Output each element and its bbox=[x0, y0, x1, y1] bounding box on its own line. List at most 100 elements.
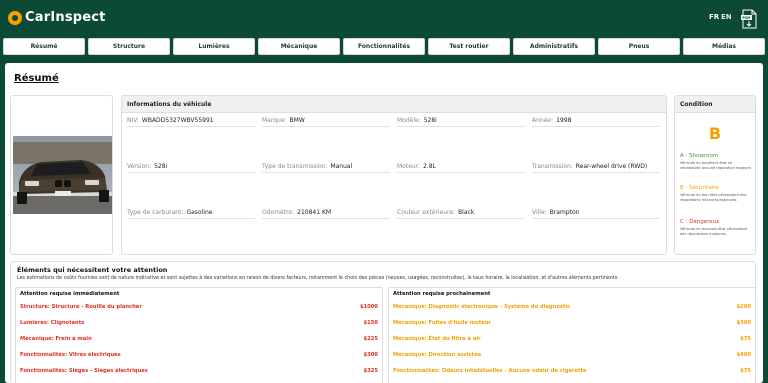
field-drivetrain: Transmission: Rear-wheel drive (RWD) bbox=[532, 163, 660, 173]
list-item[interactable]: Mécanique: Diagnostic électronique - Sys… bbox=[389, 299, 755, 315]
vehicle-photo-panel bbox=[10, 95, 113, 255]
field-transmission-type: Type de transmission: Manual bbox=[262, 163, 390, 173]
item-label: Lumières: Clignotants bbox=[20, 320, 85, 326]
item-cost: $1000 bbox=[359, 304, 378, 310]
field-label: Type de transmission: bbox=[262, 163, 328, 170]
list-item[interactable]: Mécanique: Direction assistée $400 bbox=[389, 347, 755, 363]
item-label: Mécanique: Direction assistée bbox=[393, 352, 482, 358]
item-cost: $400 bbox=[736, 352, 751, 358]
field-odometer: Odomètre: 210841 KM bbox=[262, 209, 390, 219]
nav-fonctionnalites[interactable]: Fonctionnalités bbox=[343, 38, 425, 55]
list-item[interactable]: Mécanique: État du filtre à air $75 bbox=[389, 331, 755, 347]
field-value: Brampton bbox=[549, 209, 580, 216]
summary-card: Résumé Informations du véhicule NIV: WBA… bbox=[5, 63, 763, 383]
pdf-download-icon[interactable]: PDF bbox=[740, 9, 758, 29]
nav-mecanique[interactable]: Mécanique bbox=[258, 38, 340, 55]
field-label: Ville: bbox=[532, 209, 547, 216]
item-cost: $75 bbox=[740, 368, 751, 374]
brand-logo[interactable]: CarInspect bbox=[8, 10, 106, 25]
attention-title: Éléments qui nécessitent votre attention bbox=[17, 266, 168, 274]
logo-icon bbox=[8, 10, 22, 25]
list-item[interactable]: Mécanique: Frein à main $225 bbox=[16, 331, 382, 347]
item-label: Fonctionnalités: Vitres électriques bbox=[20, 352, 121, 358]
app-header: CarInspect FR EN PDF bbox=[0, 0, 768, 36]
soon-attention-list: Attention requise prochainement Mécaniqu… bbox=[388, 287, 756, 383]
item-label: Fonctionnalités: Odeurs inhabituelles - … bbox=[393, 368, 587, 374]
condition-level-b: B : Sécuritaire Véhicule en bon état néc… bbox=[680, 185, 752, 202]
field-label: Modèle: bbox=[397, 117, 421, 124]
condition-level-c: C : Dangereux Véhicule en mauvais état n… bbox=[680, 219, 752, 236]
soon-attention-title: Attention requise prochainement bbox=[393, 290, 491, 297]
item-cost: $300 bbox=[363, 352, 378, 358]
nav-medias[interactable]: Médias bbox=[683, 38, 765, 55]
field-label: Type de carburant: bbox=[127, 209, 184, 216]
attention-subtitle: Les estimations de coûts fournies sont d… bbox=[17, 276, 619, 281]
list-item[interactable]: Lumières: Clignotants $150 bbox=[16, 315, 382, 331]
item-cost: $300 bbox=[736, 320, 751, 326]
nav-structure[interactable]: Structure bbox=[88, 38, 170, 55]
immediate-attention-title: Attention requise immédiatement bbox=[20, 290, 120, 297]
field-fuel-type: Type de carburant: Gasoline bbox=[127, 209, 255, 219]
lang-en-link[interactable]: EN bbox=[721, 13, 732, 21]
vehicle-info-title: Informations du véhicule bbox=[122, 96, 666, 113]
item-cost: $200 bbox=[736, 304, 751, 310]
field-value: 2.8L bbox=[423, 163, 436, 170]
item-label: Mécanique: Fuites d'huile moteur bbox=[393, 320, 491, 326]
list-item[interactable]: Fonctionnalités: Vitres électriques $300 bbox=[16, 347, 382, 363]
condition-level-desc: Véhicule en bon état nécessitant des rép… bbox=[680, 193, 747, 202]
nav-administratifs[interactable]: Administratifs bbox=[513, 38, 595, 55]
lang-fr-link[interactable]: FR bbox=[709, 13, 719, 21]
item-label: Fonctionnalités: Sièges - Sièges électri… bbox=[20, 368, 148, 374]
field-version: Version: 528i bbox=[127, 163, 255, 173]
nav-test-routier[interactable]: Test routier bbox=[428, 38, 510, 55]
page-title: Résumé bbox=[14, 73, 59, 84]
list-item[interactable]: Structure: Structure - Rouille du planch… bbox=[16, 299, 382, 315]
field-value: 210841 KM bbox=[297, 209, 332, 216]
item-cost: $225 bbox=[363, 336, 378, 342]
field-city: Ville: Brampton bbox=[532, 209, 660, 219]
brand-name: CarInspect bbox=[25, 10, 106, 25]
condition-level-title: A : Showroom bbox=[680, 153, 719, 159]
immediate-attention-list: Attention requise immédiatement Structur… bbox=[15, 287, 383, 383]
svg-text:PDF: PDF bbox=[742, 15, 751, 20]
field-value: Manual bbox=[330, 163, 353, 170]
condition-title: Condition bbox=[675, 96, 755, 113]
field-label: NIV: bbox=[127, 117, 139, 124]
list-item[interactable]: Fonctionnalités: Odeurs inhabituelles - … bbox=[389, 363, 755, 379]
attention-panel: Éléments qui nécessitent votre attention… bbox=[10, 261, 756, 383]
vehicle-info-grid: NIV: WBADD5327WBV55991 Marque: BMW Modèle:… bbox=[127, 113, 663, 253]
field-value: 528i bbox=[154, 163, 168, 170]
field-label: Transmission: bbox=[532, 163, 573, 170]
field-make: Marque: BMW bbox=[262, 117, 390, 127]
field-label: Année: bbox=[532, 117, 554, 124]
nav-resume[interactable]: Résumé bbox=[3, 38, 85, 55]
field-value: 1998 bbox=[556, 117, 572, 124]
field-vin: NIV: WBADD5327WBV55991 bbox=[127, 117, 255, 127]
vehicle-photo[interactable] bbox=[13, 136, 112, 214]
list-item[interactable]: Mécanique: Fuites d'huile moteur $300 bbox=[389, 315, 755, 331]
nav-lumieres[interactable]: Lumières bbox=[173, 38, 255, 55]
field-value: 528i bbox=[423, 117, 437, 124]
item-cost: $325 bbox=[363, 368, 378, 374]
item-label: Mécanique: État du filtre à air bbox=[393, 336, 481, 342]
item-label: Mécanique: Diagnostic électronique - Sys… bbox=[393, 304, 571, 310]
field-exterior-color: Couleur extérieure: Black bbox=[397, 209, 525, 219]
field-engine: Moteur: 2.8L bbox=[397, 163, 525, 173]
field-value: Rear-wheel drive (RWD) bbox=[575, 163, 648, 170]
field-model: Modèle: 528i bbox=[397, 117, 525, 127]
field-label: Marque: bbox=[262, 117, 287, 124]
condition-grade: B bbox=[708, 124, 722, 143]
field-label: Version: bbox=[127, 163, 152, 170]
field-label: Couleur extérieure: bbox=[397, 209, 456, 216]
nav-pneus[interactable]: Pneus bbox=[598, 38, 680, 55]
condition-level-a: A : Showroom Véhicule en excellent état … bbox=[680, 153, 752, 170]
field-label: Odomètre: bbox=[262, 209, 295, 216]
field-value: WBADD5327WBV55991 bbox=[141, 117, 214, 124]
list-item[interactable]: Fonctionnalités: Sièges - Sièges électri… bbox=[16, 363, 382, 379]
condition-level-desc: Véhicule en mauvais état nécessitant des… bbox=[680, 227, 748, 236]
field-year: Année: 1998 bbox=[532, 117, 660, 127]
field-label: Moteur: bbox=[397, 163, 421, 170]
condition-panel: Condition B A : Showroom Véhicule en exc… bbox=[674, 95, 756, 255]
item-label: Mécanique: Frein à main bbox=[20, 336, 92, 342]
condition-level-desc: Véhicule en excellent état ne nécessitan… bbox=[680, 161, 752, 170]
